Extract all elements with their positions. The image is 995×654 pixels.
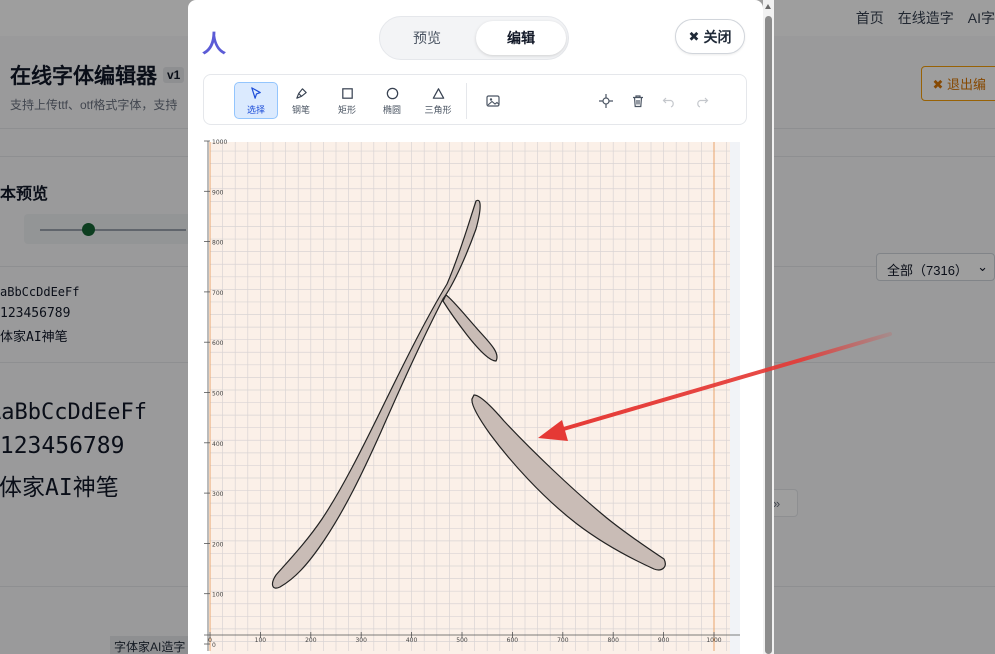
tab-preview[interactable]: 预览 xyxy=(382,21,472,55)
insert-image-button[interactable] xyxy=(483,91,503,111)
crosshair-icon xyxy=(599,94,613,108)
y-tick-label: 600 xyxy=(212,340,224,347)
undo-icon xyxy=(662,97,674,108)
center-button[interactable] xyxy=(596,91,616,111)
y-tick-label: 100 xyxy=(212,592,224,599)
glyph-canvas[interactable]: 1000 900 800 700 600 500 400 300 200 100 0 0 100 200… xyxy=(202,139,748,654)
y-tick-label: 700 xyxy=(212,290,224,297)
redo-icon xyxy=(697,97,709,108)
y-tick-label: 200 xyxy=(212,541,224,548)
x-tick-label: 0 xyxy=(208,637,212,644)
close-button[interactable]: ✖ 关闭 xyxy=(675,19,745,54)
x-tick-label: 500 xyxy=(456,637,468,644)
pen-icon xyxy=(295,87,307,99)
canvas-right-margin xyxy=(730,142,740,654)
x-tick-label: 200 xyxy=(305,637,317,644)
delete-button[interactable] xyxy=(628,91,648,111)
y-tick-label: 400 xyxy=(212,441,224,448)
glyph-editor-modal: 人 预览 编辑 ✖ 关闭 选择 钢笔 矩形 椭圆 三角形 1000 900 80… xyxy=(188,0,763,654)
triangle-icon xyxy=(432,87,444,99)
y-tick-label: 900 xyxy=(212,189,224,196)
redo-button[interactable] xyxy=(692,91,712,111)
x-tick-label: 800 xyxy=(607,637,619,644)
x-tick-label: 400 xyxy=(406,637,418,644)
y-tick-label: 500 xyxy=(212,391,224,398)
current-glyph-label: 人 xyxy=(202,31,226,58)
image-icon xyxy=(486,95,500,107)
view-mode-toggle: 预览 编辑 xyxy=(379,16,569,60)
ellipse-icon xyxy=(386,87,398,99)
close-icon: ✖ xyxy=(688,28,700,44)
tool-ellipse[interactable]: 椭圆 xyxy=(370,82,414,119)
undo-button[interactable] xyxy=(659,91,679,111)
rectangle-icon xyxy=(341,87,353,99)
scrollbar-thumb[interactable] xyxy=(765,16,772,654)
editor-toolbar: 选择 钢笔 矩形 椭圆 三角形 xyxy=(203,74,747,125)
x-tick-label: 1000 xyxy=(706,637,721,644)
tab-edit[interactable]: 编辑 xyxy=(476,21,566,55)
x-tick-label: 600 xyxy=(507,637,519,644)
tool-rectangle[interactable]: 矩形 xyxy=(325,82,369,119)
modal-scrollbar[interactable] xyxy=(763,0,774,654)
tool-pen[interactable]: 钢笔 xyxy=(279,82,323,119)
y-tick-label: 1000 xyxy=(212,139,227,146)
x-tick-label: 900 xyxy=(658,637,670,644)
y-tick-label: 0 xyxy=(212,642,216,649)
toolbar-divider xyxy=(466,83,467,119)
cursor-icon xyxy=(250,86,261,99)
scroll-up-arrow-icon[interactable] xyxy=(765,4,771,9)
glyph-canvas-svg[interactable]: 10009008007006005004003002001000 0 100 200… xyxy=(202,139,748,654)
y-tick-label: 300 xyxy=(212,491,224,498)
tool-select[interactable]: 选择 xyxy=(234,82,278,119)
x-tick-label: 300 xyxy=(355,637,367,644)
tool-triangle[interactable]: 三角形 xyxy=(416,82,460,119)
x-tick-label: 100 xyxy=(255,637,267,644)
y-tick-label: 800 xyxy=(212,240,224,247)
x-tick-label: 700 xyxy=(557,637,569,644)
trash-icon xyxy=(633,95,643,108)
